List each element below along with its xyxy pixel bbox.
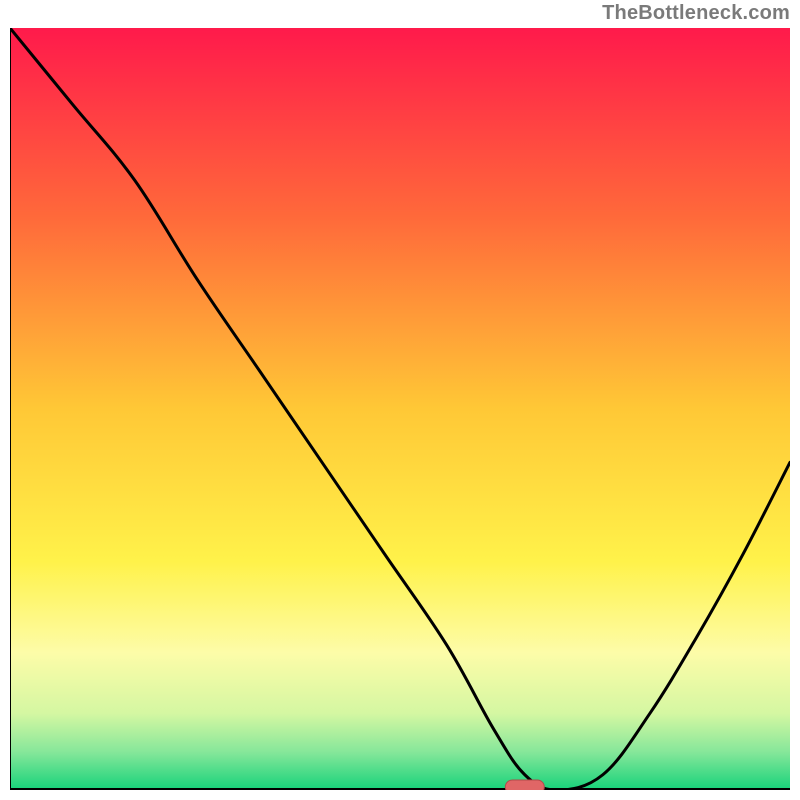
- attribution-label: TheBottleneck.com: [602, 2, 790, 25]
- chart-svg: [10, 28, 790, 790]
- chart-container: TheBottleneck.com: [0, 0, 800, 800]
- optimal-point-marker: [505, 780, 544, 790]
- plot-area: [10, 28, 790, 790]
